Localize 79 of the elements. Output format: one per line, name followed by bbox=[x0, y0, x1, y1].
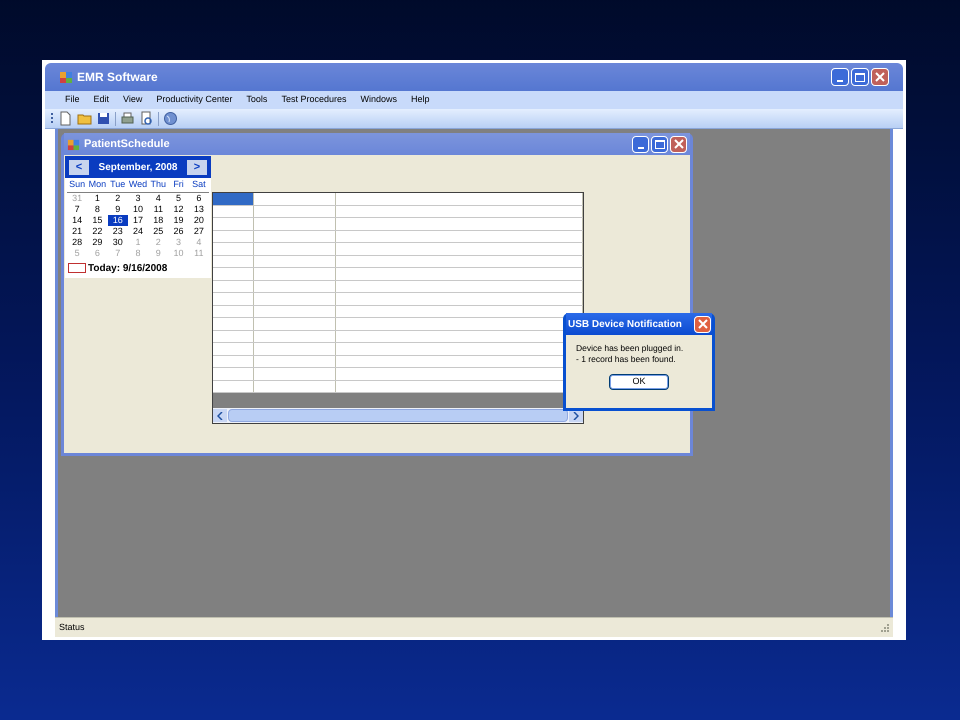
window-title: EMR Software bbox=[77, 69, 158, 86]
ok-button[interactable]: OK bbox=[609, 374, 669, 390]
calendar-day[interactable]: 13 bbox=[188, 204, 209, 214]
calendar-day[interactable]: 10 bbox=[128, 204, 148, 214]
dialog-message: - 1 record has been found. bbox=[576, 354, 677, 365]
menu-item[interactable]: File bbox=[65, 93, 80, 107]
month-title: September, 2008 bbox=[98, 160, 178, 174]
minimize-button[interactable] bbox=[831, 68, 849, 86]
calendar-day[interactable]: 4 bbox=[148, 192, 168, 204]
calendar-day[interactable]: 8 bbox=[87, 204, 108, 214]
calendar-day[interactable]: 14 bbox=[67, 214, 88, 226]
calendar-day[interactable]: 15 bbox=[87, 214, 108, 226]
app-icon bbox=[67, 138, 80, 150]
menu-item[interactable]: Windows bbox=[360, 93, 397, 107]
today-link[interactable]: Today: 9/16/2008 bbox=[88, 260, 168, 276]
calendar-day[interactable]: 25 bbox=[148, 226, 168, 236]
child-window-title: PatientSchedule bbox=[84, 136, 170, 152]
weekday-label: Fri bbox=[172, 178, 185, 191]
menu-item[interactable]: Edit bbox=[94, 93, 110, 107]
menu-item[interactable]: Productivity Center bbox=[156, 93, 232, 107]
menu-item[interactable]: Help bbox=[410, 93, 430, 107]
calendar-day[interactable]: 22 bbox=[87, 226, 108, 236]
print-preview-icon[interactable] bbox=[139, 111, 154, 126]
close-icon[interactable] bbox=[875, 72, 885, 82]
calendar-day[interactable]: 2 bbox=[108, 192, 128, 204]
calendar-day[interactable]: 23 bbox=[108, 226, 128, 236]
calendar-day[interactable]: 19 bbox=[168, 214, 189, 226]
app-icon bbox=[59, 70, 73, 84]
scroll-left-icon[interactable] bbox=[213, 409, 227, 422]
weekday-label: Tue bbox=[109, 178, 126, 191]
status-text: Status bbox=[59, 620, 85, 634]
weekday-label: Mon bbox=[88, 178, 108, 191]
calendar-day[interactable]: 3 bbox=[128, 192, 148, 204]
today-marker bbox=[68, 263, 86, 273]
close-button[interactable] bbox=[871, 68, 889, 86]
maximize-button[interactable] bbox=[851, 68, 869, 86]
toolbar-grip-icon[interactable] bbox=[51, 112, 54, 126]
menu-item[interactable]: Tools bbox=[246, 93, 268, 107]
menu-item[interactable]: Test Procedures bbox=[281, 93, 346, 107]
weekday-label: Wed bbox=[128, 178, 148, 191]
calendar-day[interactable]: 1 bbox=[87, 192, 108, 204]
dialog-title: USB Device Notification bbox=[568, 318, 682, 332]
close-button[interactable] bbox=[694, 316, 711, 332]
maximize-button[interactable] bbox=[651, 136, 668, 152]
calendar-day[interactable]: 30 bbox=[108, 236, 128, 248]
close-icon[interactable] bbox=[674, 139, 684, 149]
close-button[interactable] bbox=[670, 136, 687, 152]
horizontal-scrollbar[interactable] bbox=[213, 408, 583, 423]
calendar-day[interactable]: 6 bbox=[188, 192, 209, 204]
calendar-day[interactable]: 28 bbox=[67, 236, 88, 248]
printer-icon[interactable] bbox=[120, 111, 135, 126]
new-document-icon[interactable] bbox=[58, 111, 73, 126]
previous-month-button[interactable]: < bbox=[69, 160, 89, 174]
scrollbar-thumb[interactable] bbox=[228, 409, 568, 422]
calendar-day[interactable]: 18 bbox=[148, 214, 168, 226]
grid-cell[interactable] bbox=[213, 193, 254, 204]
minimize-button[interactable] bbox=[632, 136, 649, 152]
resize-grip-icon[interactable] bbox=[880, 623, 889, 632]
calendar-day[interactable]: 27 bbox=[188, 226, 209, 236]
calendar-day[interactable]: 12 bbox=[168, 204, 189, 214]
calendar-day[interactable]: 29 bbox=[87, 236, 108, 248]
calendar-day[interactable]: 17 bbox=[128, 214, 148, 226]
calendar-day[interactable]: 16 bbox=[108, 214, 128, 226]
calendar-day[interactable]: 20 bbox=[188, 214, 209, 226]
dialog-message: Device has been plugged in. bbox=[576, 343, 684, 354]
weekday-label: Thu bbox=[150, 178, 168, 191]
weekday-label: Sun bbox=[68, 178, 86, 191]
globe-icon[interactable] bbox=[163, 111, 178, 126]
calendar-day[interactable]: 5 bbox=[168, 192, 189, 204]
calendar-day[interactable]: 21 bbox=[67, 226, 88, 236]
calendar-day[interactable]: 26 bbox=[168, 226, 189, 236]
calendar-day[interactable]: 24 bbox=[128, 226, 148, 236]
calendar-day[interactable]: 7 bbox=[67, 204, 88, 214]
weekday-label: Sat bbox=[191, 178, 207, 191]
close-icon[interactable] bbox=[698, 319, 708, 329]
menu-item[interactable]: View bbox=[123, 93, 142, 107]
calendar-day[interactable]: 11 bbox=[148, 204, 168, 214]
next-month-button[interactable]: > bbox=[187, 160, 207, 174]
calendar-day[interactable]: 9 bbox=[108, 204, 128, 214]
